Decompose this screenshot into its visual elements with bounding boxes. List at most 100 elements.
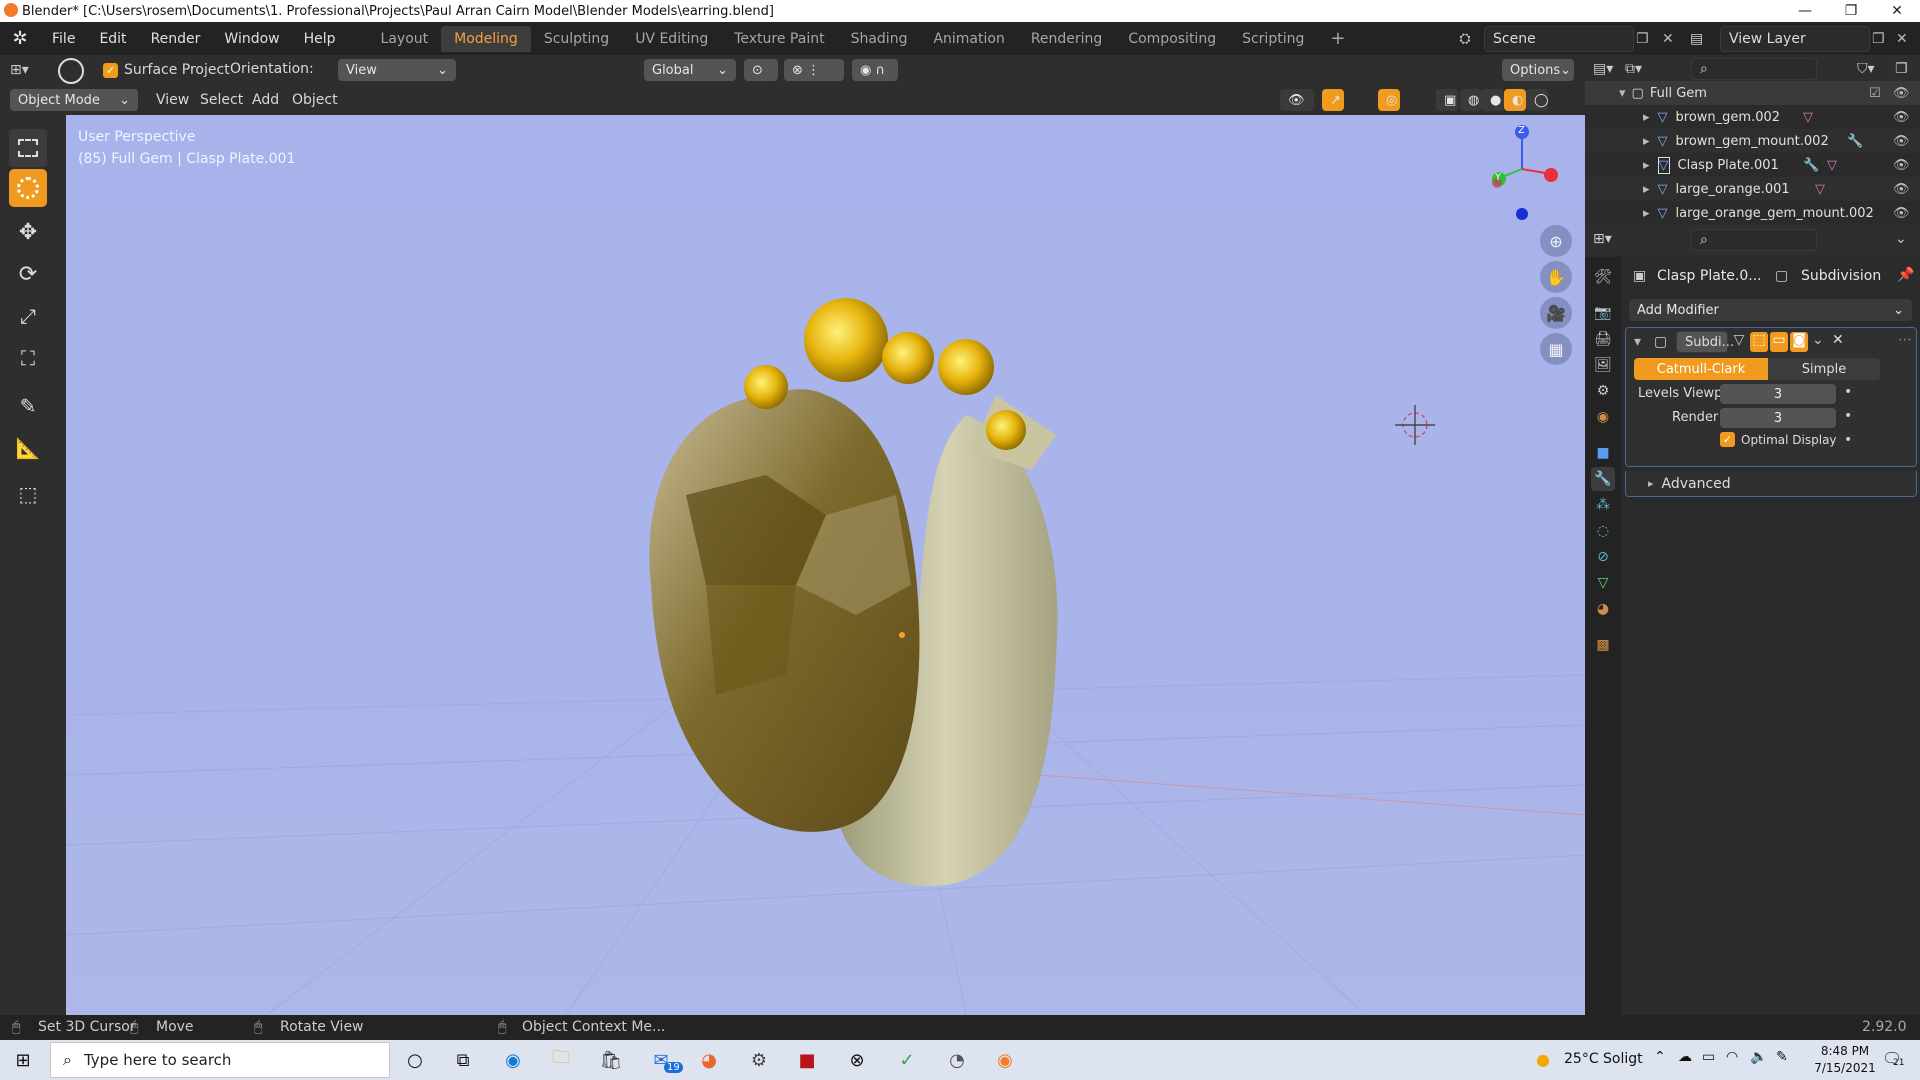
particles-tab-icon[interactable]: ⁂ — [1591, 493, 1615, 517]
close-button[interactable]: ✕ — [1874, 0, 1920, 22]
minimize-button[interactable]: — — [1782, 0, 1828, 22]
view-layer-icon[interactable]: ▤ — [1690, 26, 1720, 52]
cortana-icon[interactable]: ○ — [400, 1046, 430, 1074]
eye-icon[interactable]: 👁 — [1893, 206, 1910, 221]
blender-menu-icon[interactable]: ✲ — [0, 28, 40, 49]
view-layer-selector[interactable]: View Layer — [1720, 26, 1870, 52]
menu-window[interactable]: Window — [212, 31, 291, 47]
pin-icon[interactable]: 📌 — [1897, 267, 1914, 283]
display-mode-icon[interactable]: ▤▾ — [1593, 61, 1613, 77]
add-modifier-dropdown[interactable]: Add Modifier ⌄ — [1629, 299, 1912, 321]
move-tool[interactable]: ✥ — [9, 213, 47, 251]
checkbox-icon[interactable]: ☑ — [1869, 86, 1881, 101]
store-icon[interactable]: 🛍 — [596, 1046, 626, 1074]
3d-viewport[interactable]: User Perspective (85) Full Gem | Clasp P… — [66, 115, 1585, 1015]
scene-selector[interactable]: Scene — [1484, 26, 1634, 52]
editor-type-icon[interactable]: ⊞▾ — [1593, 231, 1612, 247]
expand-arrow-icon[interactable]: ▸ — [1643, 182, 1650, 197]
new-view-layer-icon[interactable]: ❐ — [1872, 26, 1894, 52]
tab-scripting[interactable]: Scripting — [1229, 26, 1317, 52]
material-shading-icon[interactable]: ◐ — [1504, 89, 1526, 111]
outliner-row[interactable]: ▸ ▽ brown_gem_mount.002 🔧 👁 — [1585, 129, 1920, 153]
render-display-icon[interactable]: ◙ — [1790, 332, 1808, 352]
earring-model[interactable] — [649, 298, 1058, 887]
outliner-search-input[interactable]: ⌕ — [1691, 58, 1817, 80]
eye-icon[interactable]: 👁 — [1893, 158, 1910, 173]
expand-arrow-icon[interactable]: ▸ — [1643, 206, 1650, 221]
file-explorer-icon[interactable]: 🗀 — [546, 1046, 576, 1074]
scene-tab-icon[interactable]: ⚙ — [1591, 379, 1615, 403]
modifier-tab-icon[interactable]: 🔧 — [1591, 467, 1615, 491]
remove-modifier-icon[interactable]: ✕ — [1832, 332, 1844, 348]
edge-icon[interactable]: ◉ — [498, 1046, 528, 1074]
tool-tab-icon[interactable]: 🛠 — [1591, 265, 1615, 289]
blender-taskbar-icon[interactable]: ◉ — [990, 1046, 1020, 1074]
object-tab-icon[interactable]: ■ — [1591, 441, 1615, 465]
cursor-tool[interactable] — [9, 169, 47, 207]
new-collection-icon[interactable]: ❐ — [1895, 61, 1908, 77]
tab-sculpting[interactable]: Sculpting — [531, 26, 622, 52]
annotate-tool[interactable]: ✎ — [9, 387, 47, 425]
scene-icon[interactable]: ⛭ — [1450, 26, 1480, 52]
menu-select[interactable]: Select — [200, 92, 243, 108]
chevron-down-icon[interactable]: ⌄ — [1895, 231, 1907, 247]
volume-icon[interactable]: 🔈 — [1750, 1049, 1767, 1065]
outliner-row[interactable]: ▸ ▽ large_orange.001 ▽ 👁 — [1585, 177, 1920, 201]
camera-view-button[interactable]: 🎥 — [1540, 297, 1572, 329]
material-tab-icon[interactable]: ◕ — [1591, 597, 1615, 621]
mode-dropdown[interactable]: Object Mode ⌄ — [10, 89, 138, 111]
expand-arrow-icon[interactable]: ▸ — [1643, 134, 1650, 149]
add-cube-tool[interactable]: ⬚ — [9, 475, 47, 513]
physics-tab-icon[interactable]: ◌ — [1591, 519, 1615, 543]
on-cage-icon[interactable]: ▽ — [1730, 332, 1748, 352]
xray-toggle-icon[interactable]: ▣ — [1436, 89, 1458, 111]
delete-view-layer-icon[interactable]: ✕ — [1896, 26, 1918, 52]
menu-edit[interactable]: Edit — [87, 31, 138, 47]
collection-row[interactable]: ▾ ▢ Full Gem ☑ 👁 — [1585, 81, 1920, 105]
world-tab-icon[interactable]: ◉ — [1591, 405, 1615, 429]
tab-texture-paint[interactable]: Texture Paint — [721, 26, 837, 52]
output-tab-icon[interactable]: 🖨 — [1591, 327, 1615, 351]
eye-icon[interactable]: 👁 — [1893, 182, 1910, 197]
rendered-shading-icon[interactable]: ◯ — [1526, 89, 1549, 111]
rotate-tool[interactable]: ⟳ — [9, 255, 47, 293]
maximize-button[interactable]: ❐ — [1828, 0, 1874, 22]
keyframe-dot-icon[interactable]: • — [1844, 432, 1852, 448]
tab-compositing[interactable]: Compositing — [1115, 26, 1229, 52]
delete-scene-icon[interactable]: ✕ — [1662, 26, 1684, 52]
viewport-display-icon[interactable]: ▭ — [1770, 332, 1788, 352]
tab-uv-editing[interactable]: UV Editing — [622, 26, 721, 52]
advanced-subpanel[interactable]: ▸ Advanced — [1625, 471, 1917, 497]
solid-shading-icon[interactable]: ● — [1482, 89, 1504, 111]
menu-view[interactable]: View — [156, 92, 189, 108]
windows-start-icon[interactable]: ⊞ — [8, 1046, 38, 1074]
menu-file[interactable]: File — [40, 31, 87, 47]
transform-orientation-dropdown[interactable]: Global ⌄ — [644, 59, 736, 81]
edit-mode-icon[interactable]: ⬚ — [1750, 332, 1768, 352]
zoom-button[interactable]: ⊕ — [1540, 225, 1572, 257]
pen-icon[interactable]: ✎ — [1776, 1049, 1788, 1065]
tab-animation[interactable]: Animation — [920, 26, 1017, 52]
navigation-gizmo[interactable] — [1492, 125, 1558, 220]
app-check-icon[interactable]: ✓ — [892, 1046, 922, 1074]
visibility-icon[interactable]: 👁 — [1280, 89, 1314, 111]
xbox-icon[interactable]: ⊗ — [842, 1046, 872, 1074]
wireframe-shading-icon[interactable]: ◍ — [1460, 89, 1482, 111]
keyframe-dot-icon[interactable]: • — [1844, 384, 1852, 400]
pan-button[interactable]: ✋ — [1540, 261, 1572, 293]
transform-tool[interactable]: ⛶ — [9, 339, 47, 377]
surface-project-checkbox[interactable]: ✓ Surface Project — [103, 62, 230, 78]
new-scene-icon[interactable]: ❐ — [1636, 26, 1658, 52]
catmull-clark-button[interactable]: Catmull-Clark — [1634, 358, 1768, 380]
tab-modeling[interactable]: Modeling — [441, 25, 531, 52]
measure-tool[interactable]: 📐 — [9, 429, 47, 467]
chevron-down-icon[interactable]: ⌄ — [1812, 332, 1824, 348]
taskbar-search-box[interactable]: ⌕ Type here to search — [50, 1042, 390, 1078]
texture-tab-icon[interactable]: ▩ — [1591, 633, 1615, 657]
filter-icon[interactable]: ⛉▾ — [1857, 61, 1875, 77]
constraints-tab-icon[interactable]: ⊘ — [1591, 545, 1615, 569]
settings-icon[interactable]: ⚙ — [744, 1046, 774, 1074]
menu-render[interactable]: Render — [139, 31, 213, 47]
tab-rendering[interactable]: Rendering — [1018, 26, 1116, 52]
orientation-dropdown[interactable]: View ⌄ — [338, 59, 456, 81]
